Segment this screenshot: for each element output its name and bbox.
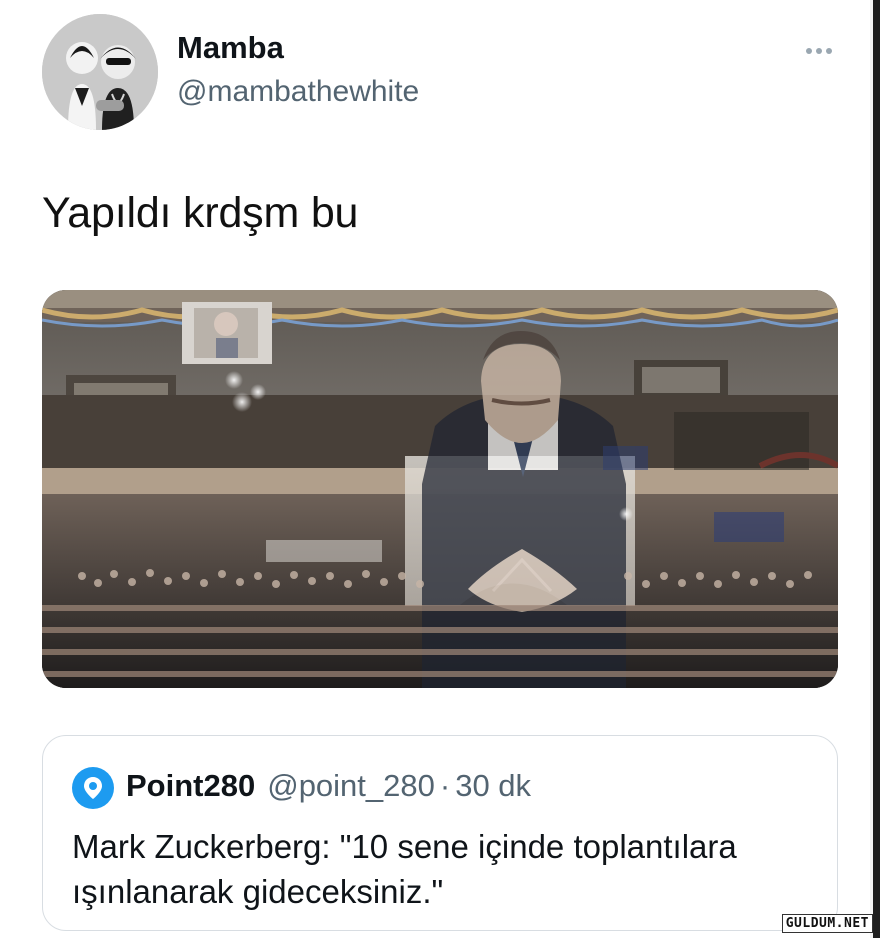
tweet-text: Yapıldı krdşm bu [42,189,359,237]
tweet-photo[interactable] [42,290,838,688]
quote-timestamp[interactable]: 30 dk [455,770,531,801]
author-handle[interactable]: @mambathewhite [177,77,419,107]
quoted-tweet-card[interactable]: Point280 @point_280 · 30 dk Mark Zuckerb… [42,735,838,931]
more-horizontal-icon [826,48,832,54]
more-horizontal-icon [806,48,812,54]
quote-avatar[interactable] [72,767,114,809]
author-avatar[interactable] [42,14,158,130]
quoted-tweet-text: Mark Zuckerberg: "10 sene içinde toplant… [72,828,737,910]
more-options-button[interactable] [798,34,840,68]
more-horizontal-icon [816,48,822,54]
screen-edge [870,0,880,938]
quote-header: Point280 @point_280 · 30 dk [126,770,531,801]
location-pin-icon [84,777,102,799]
quote-author-name[interactable]: Point280 [126,770,255,801]
avatar-image [42,14,158,130]
quote-author-handle[interactable]: @point_280 [267,770,435,801]
rally-photo [42,290,838,688]
header-separator: · [439,768,451,803]
watermark: GULDUM.NET [781,914,873,933]
author-name[interactable]: Mamba [177,32,284,63]
